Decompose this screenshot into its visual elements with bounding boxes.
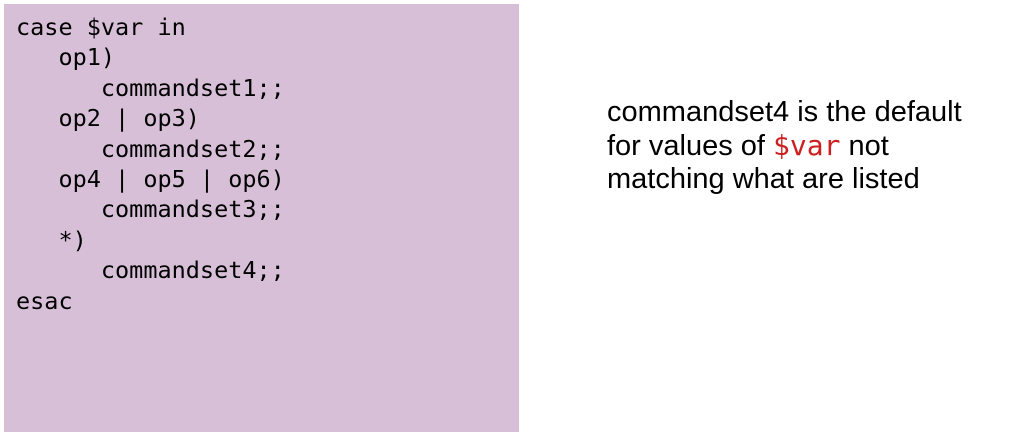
- note-line-3: matching what are listed: [607, 163, 920, 195]
- code-line-10: esac: [16, 286, 73, 315]
- note-line-1: commandset4 is the default: [607, 96, 962, 128]
- code-line-5: commandset2;;: [16, 134, 285, 163]
- var-token: $var: [773, 129, 841, 162]
- note-line-2-before: for values of: [607, 130, 774, 162]
- code-line-6: op4 | op5 | op6): [16, 164, 285, 193]
- note-line-2: for values of $var not: [607, 129, 1017, 163]
- code-block: case $var in op1) commandset1;; op2 | op…: [4, 4, 519, 432]
- code-line-2: op1): [16, 43, 116, 72]
- code-listing: case $var in op1) commandset1;; op2 | op…: [16, 12, 285, 316]
- slide: case $var in op1) commandset1;; op2 | op…: [0, 0, 1020, 439]
- explanation-note: commandset4 is the default for values of…: [607, 96, 1017, 196]
- code-line-3: commandset1;;: [16, 73, 285, 102]
- code-line-9: commandset4;;: [16, 256, 285, 285]
- code-line-7: commandset3;;: [16, 195, 285, 224]
- code-line-4: op2 | op3): [16, 104, 200, 133]
- code-line-8: *): [16, 225, 87, 254]
- note-line-2-after: not: [840, 130, 889, 162]
- code-line-1: case $var in: [16, 13, 186, 41]
